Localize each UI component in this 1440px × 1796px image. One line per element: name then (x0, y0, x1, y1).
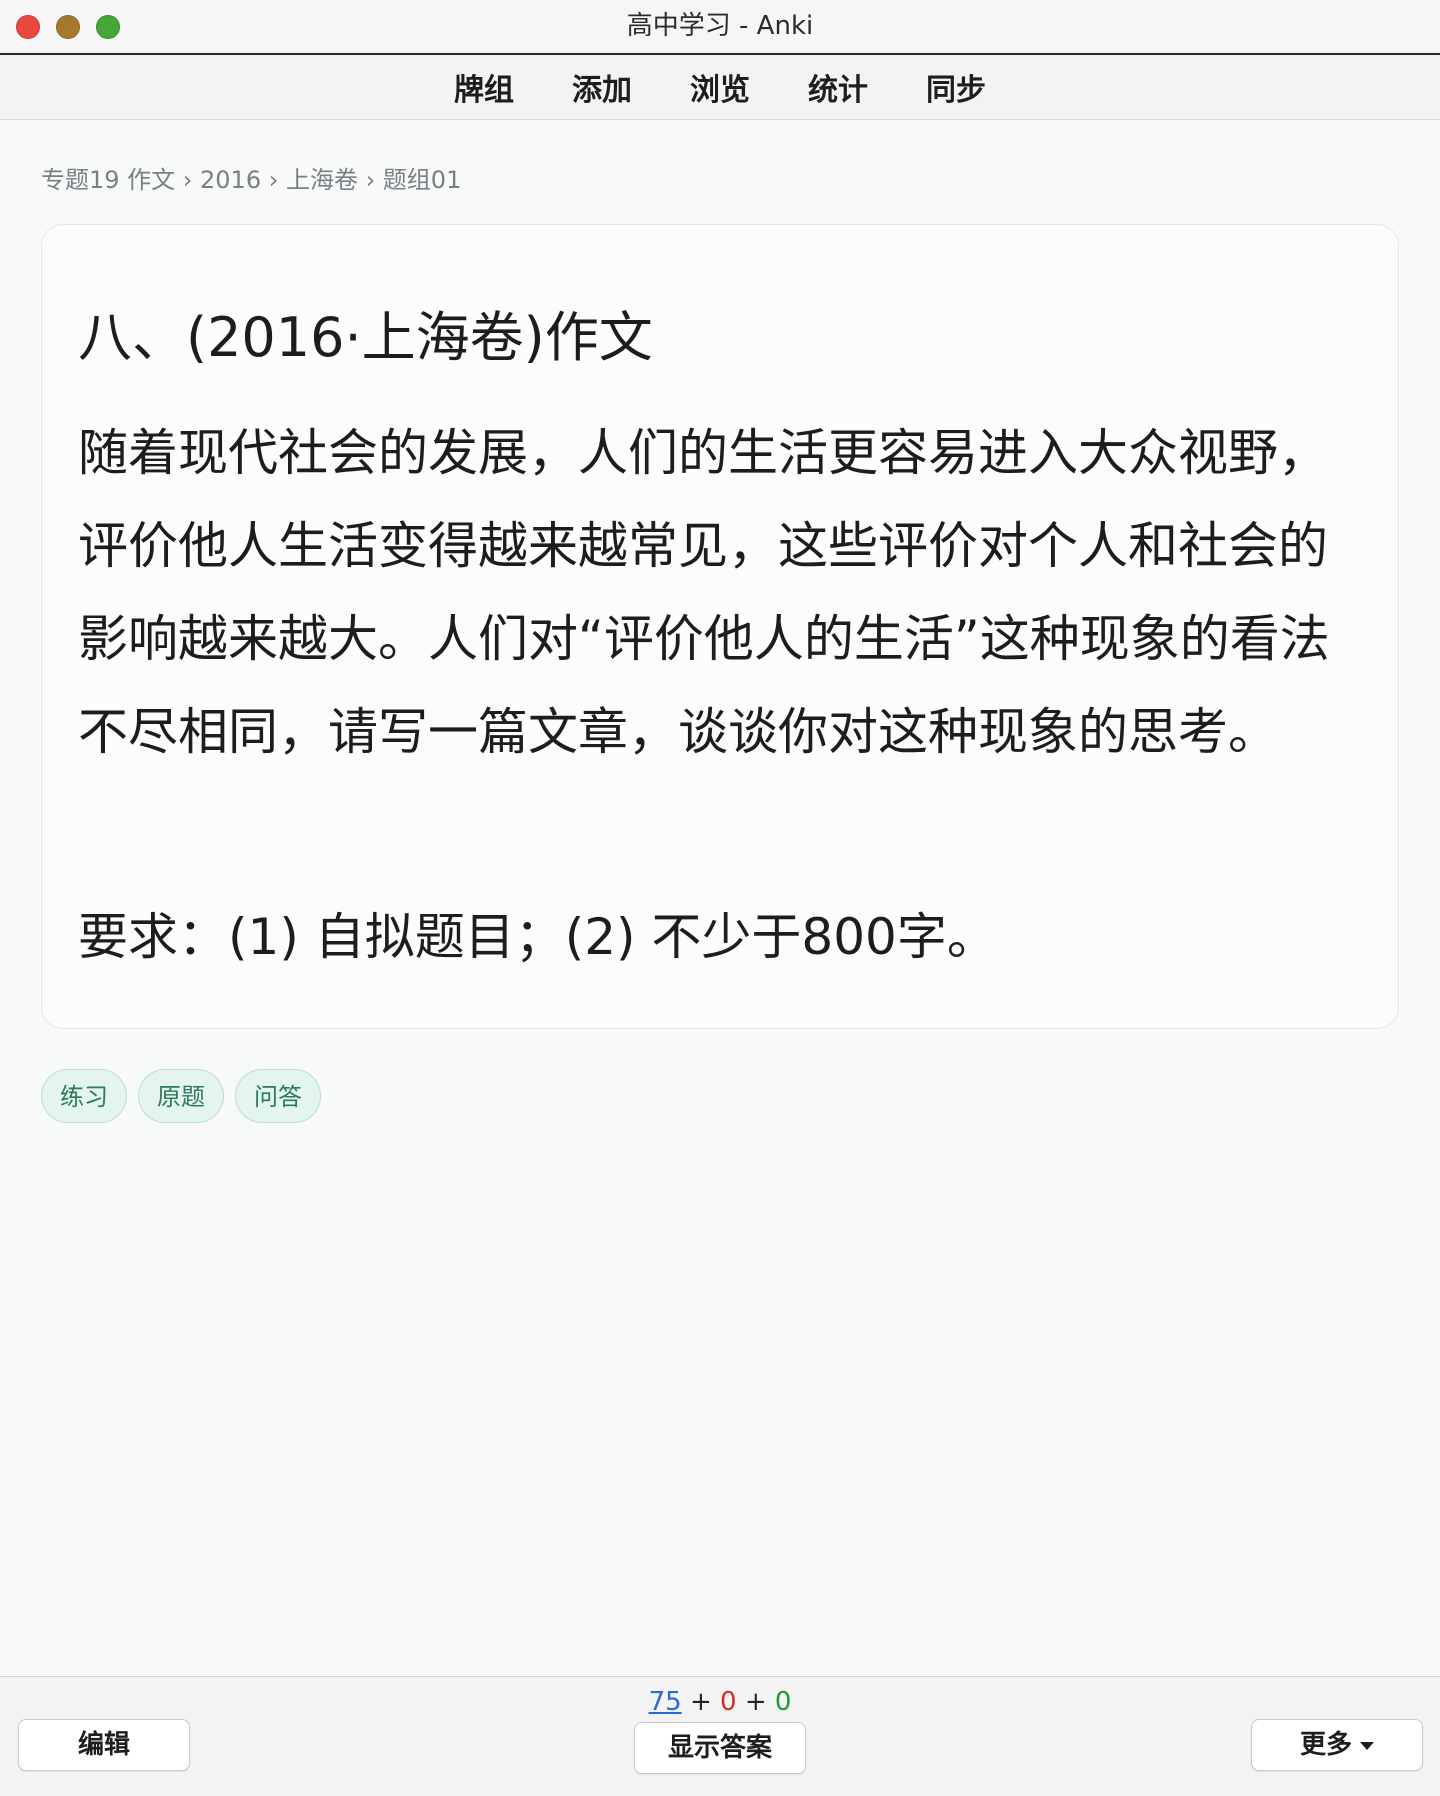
more-button[interactable]: 更多 (1251, 1719, 1423, 1771)
more-button-label: 更多 (1299, 1730, 1352, 1760)
new-count[interactable]: 75 (649, 1687, 682, 1717)
tag-qa[interactable]: 问答 (235, 1069, 321, 1123)
count-plus: + (689, 1687, 712, 1717)
show-answer-label: 显示答案 (667, 1733, 772, 1763)
card-heading: 八、(2016·上海卷)作文 (78, 306, 653, 369)
edit-button[interactable]: 编辑 (18, 1719, 190, 1771)
tag-list: 练习 原题 问答 (41, 1069, 321, 1123)
deck-breadcrumb: 专题19 作文 › 2016 › 上海卷 › 题组01 (41, 166, 462, 194)
top-nav: 牌组 添加 浏览 统计 同步 (0, 55, 1440, 120)
title-bar: 高中学习 - Anki (0, 0, 1440, 55)
chevron-down-icon (1360, 1741, 1374, 1750)
review-bottom-bar: 75 + 0 + 0 编辑 显示答案 更多 (0, 1676, 1440, 1796)
show-answer-button[interactable]: 显示答案 (634, 1722, 806, 1774)
review-count: 0 (774, 1687, 792, 1717)
window-title: 高中学习 - Anki (626, 11, 814, 41)
count-plus: + (744, 1687, 767, 1717)
nav-add[interactable]: 添加 (543, 65, 661, 109)
learn-count: 0 (720, 1687, 737, 1717)
nav-browse[interactable]: 浏览 (661, 65, 779, 109)
nav-decks[interactable]: 牌组 (425, 65, 543, 109)
card-prompt: 随着现代社会的发展，人们的生活更容易进入大众视野，评价他人生活变得越来越常见，这… (78, 424, 1330, 761)
card-requirement: 要求：(1) 自拟题目；(2) 不少于800字。 (78, 908, 997, 966)
due-counts: 75 + 0 + 0 (0, 1687, 1440, 1717)
anki-window: 高中学习 - Anki 牌组 添加 浏览 统计 同步 专题19 作文 › 201… (0, 0, 1440, 1796)
nav-sync[interactable]: 同步 (897, 65, 1015, 109)
tag-original[interactable]: 原题 (138, 1069, 224, 1123)
tag-practice[interactable]: 练习 (41, 1069, 127, 1123)
nav-stats[interactable]: 统计 (779, 65, 897, 109)
flashcard: 八、(2016·上海卷)作文 随着现代社会的发展，人们的生活更容易进入大众视野，… (41, 224, 1399, 1029)
edit-button-label: 编辑 (77, 1730, 130, 1760)
